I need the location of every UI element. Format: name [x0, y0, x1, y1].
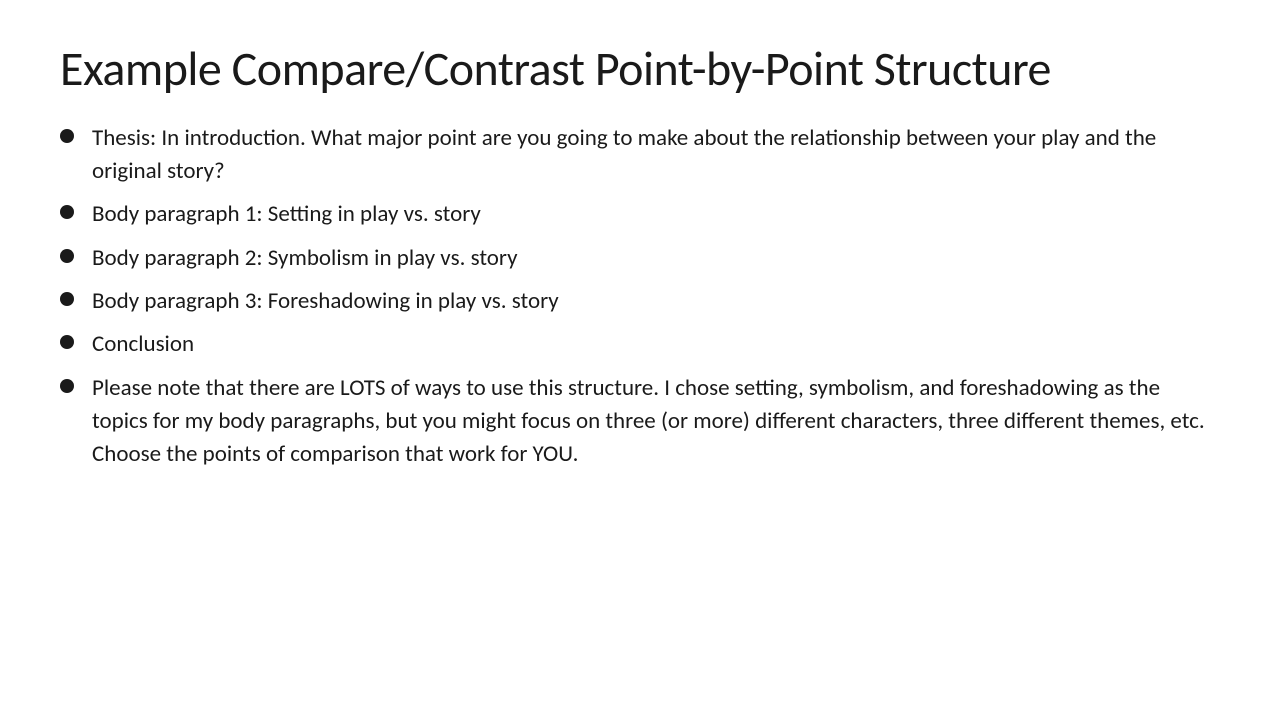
- bullet-dot-icon: [60, 335, 74, 349]
- bullet-item-conclusion: Conclusion: [60, 328, 1220, 361]
- bullet-dot-icon: [60, 379, 74, 393]
- bullet-text-body1: Body paragraph 1: Setting in play vs. st…: [92, 198, 1220, 231]
- bullet-dot-icon: [60, 205, 74, 219]
- bullet-dot-icon: [60, 249, 74, 263]
- bullet-list: Thesis: In introduction. What major poin…: [60, 122, 1220, 472]
- bullet-dot-icon: [60, 292, 74, 306]
- bullet-item-body3: Body paragraph 3: Foreshadowing in play …: [60, 285, 1220, 318]
- slide: Example Compare/Contrast Point-by-Point …: [0, 0, 1280, 720]
- bullet-text-body2: Body paragraph 2: Symbolism in play vs. …: [92, 242, 1220, 275]
- bullet-text-thesis: Thesis: In introduction. What major poin…: [92, 122, 1220, 189]
- bullet-dot-icon: [60, 129, 74, 143]
- bullet-text-body3: Body paragraph 3: Foreshadowing in play …: [92, 285, 1220, 318]
- bullet-item-thesis: Thesis: In introduction. What major poin…: [60, 122, 1220, 189]
- bullet-item-body2: Body paragraph 2: Symbolism in play vs. …: [60, 242, 1220, 275]
- bullet-item-body1: Body paragraph 1: Setting in play vs. st…: [60, 198, 1220, 231]
- slide-title: Example Compare/Contrast Point-by-Point …: [60, 40, 1220, 98]
- bullet-item-note: Please note that there are LOTS of ways …: [60, 372, 1220, 472]
- bullet-text-note: Please note that there are LOTS of ways …: [92, 372, 1220, 472]
- bullet-text-conclusion: Conclusion: [92, 328, 1220, 361]
